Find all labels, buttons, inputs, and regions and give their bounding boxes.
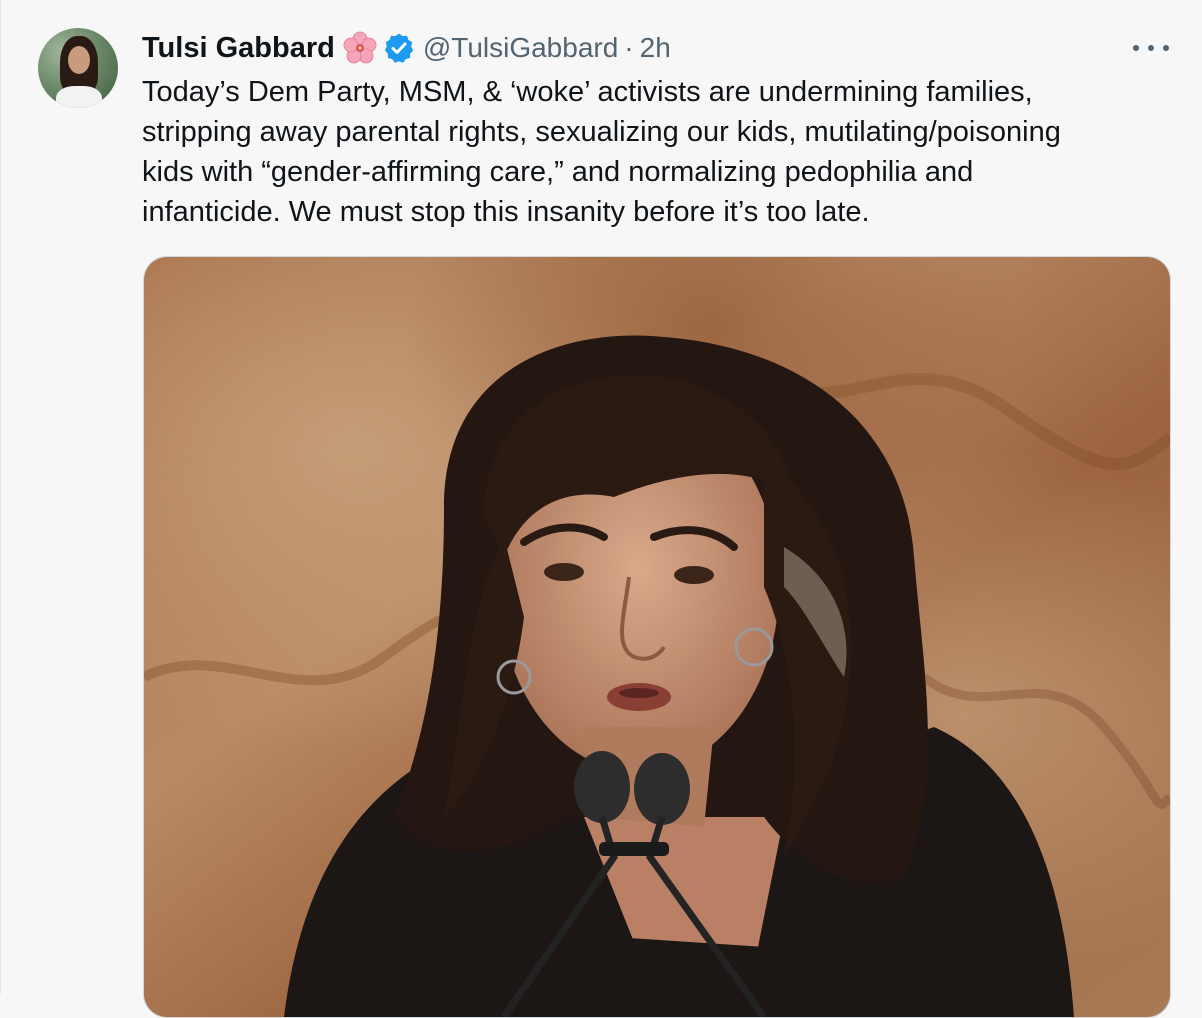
avatar-body — [56, 86, 102, 108]
tweet-text: Today’s Dem Party, MSM, & ‘woke’ activis… — [142, 72, 1152, 232]
user-handle[interactable]: @TulsiGabbard — [423, 32, 618, 64]
tweet-media-image[interactable] — [143, 256, 1171, 1018]
tweet-text-line: infanticide. We must stop this insanity … — [142, 196, 870, 228]
tweet-text-line: kids with “gender-affirming care,” and n… — [142, 156, 974, 188]
tweet-text-line: stripping away parental rights, sexualiz… — [142, 116, 1061, 148]
hibiscus-icon — [343, 31, 377, 65]
tweet-header: Tulsi Gabbard @TulsiGabbard · 2h — [142, 26, 671, 70]
separator-dot: · — [624, 32, 634, 63]
more-options-icon[interactable] — [1133, 34, 1169, 62]
avatar-face — [68, 46, 90, 74]
timestamp[interactable]: 2h — [640, 32, 671, 64]
avatar[interactable] — [38, 28, 118, 108]
speaker-photo — [144, 257, 1170, 1017]
tweet-card[interactable]: Tulsi Gabbard @TulsiGabbard · 2h Today’s… — [0, 0, 1202, 1018]
tweet-text-line: Today’s Dem Party, MSM, & ‘woke’ activis… — [142, 76, 1033, 108]
display-name[interactable]: Tulsi Gabbard — [142, 32, 335, 65]
verified-badge-icon[interactable] — [383, 32, 415, 64]
